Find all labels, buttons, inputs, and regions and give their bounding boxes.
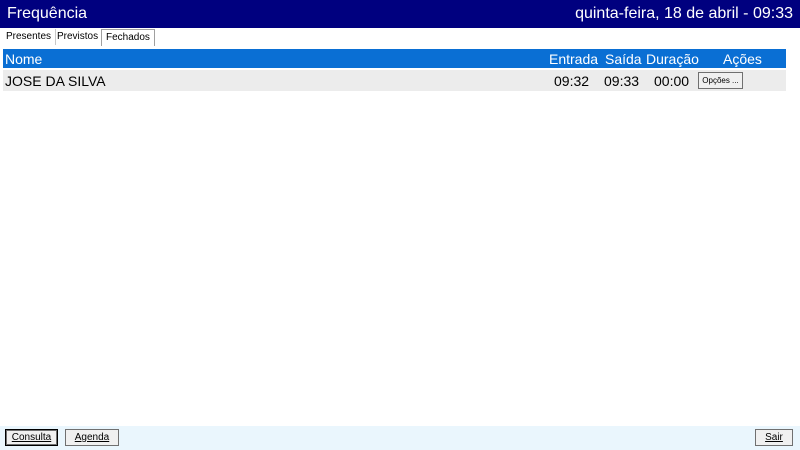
bottom-toolbar: Consulta Agenda Sair xyxy=(0,426,800,450)
column-header-saida[interactable]: Saída xyxy=(605,51,642,67)
tab-strip: Presentes Previstos Fechados xyxy=(0,29,800,46)
grid-header: Nome Entrada Saída Duração Ações xyxy=(3,49,786,68)
column-header-nome[interactable]: Nome xyxy=(5,51,42,67)
options-button[interactable]: Opções ... xyxy=(698,72,743,89)
tab-fechados[interactable]: Fechados xyxy=(101,29,155,46)
window-title: Frequência xyxy=(7,5,88,22)
table-row[interactable]: JOSE DA SILVA 09:32 09:33 00:00 Opções .… xyxy=(3,70,786,91)
column-header-acoes: Ações xyxy=(723,51,762,67)
tab-previstos[interactable]: Previstos xyxy=(53,29,102,45)
column-header-entrada[interactable]: Entrada xyxy=(549,51,598,67)
cell-duracao: 00:00 xyxy=(654,73,690,89)
consulta-button[interactable]: Consulta xyxy=(5,429,58,446)
cell-entrada: 09:32 xyxy=(554,73,590,89)
agenda-button[interactable]: Agenda xyxy=(65,429,119,446)
column-header-duracao[interactable]: Duração xyxy=(646,51,699,67)
cell-nome: JOSE DA SILVA xyxy=(5,73,106,89)
title-bar: Frequência quinta-feira, 18 de abril - 0… xyxy=(0,0,800,28)
cell-saida: 09:33 xyxy=(604,73,640,89)
current-datetime: quinta-feira, 18 de abril - 09:33 xyxy=(575,5,793,22)
sair-button[interactable]: Sair xyxy=(755,429,793,446)
tab-presentes[interactable]: Presentes xyxy=(2,29,57,45)
